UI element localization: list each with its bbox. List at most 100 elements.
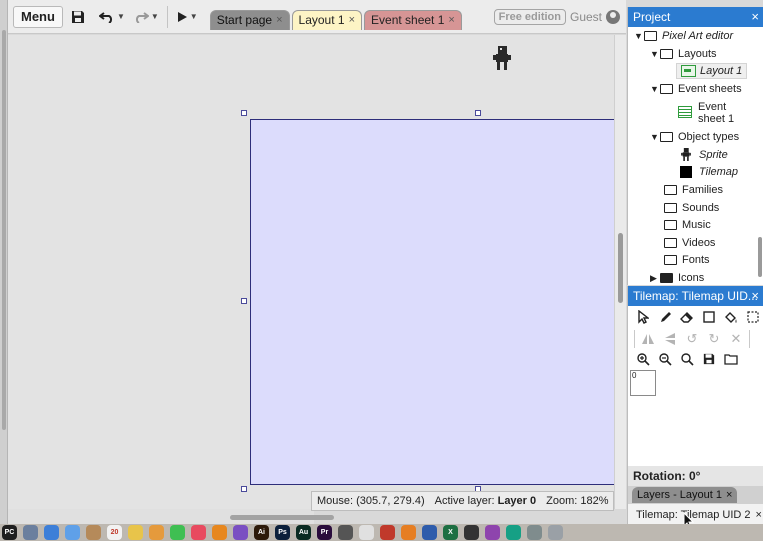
open-folder-icon[interactable] — [722, 350, 740, 368]
tree-event-sheet-1[interactable]: Event sheet 1 — [678, 101, 734, 125]
selection-tool-icon[interactable] — [744, 308, 762, 326]
tab-close-icon[interactable]: × — [349, 14, 355, 26]
user-label[interactable]: Guest — [570, 10, 602, 24]
dock-chrome-icon[interactable] — [359, 525, 374, 540]
left-scrollbar[interactable] — [2, 30, 6, 430]
dock-app-red-icon[interactable] — [380, 525, 395, 540]
dock-photoshop-icon[interactable]: Ps — [275, 525, 290, 540]
reset-transform-icon[interactable]: ✕ — [727, 330, 745, 348]
play-dropdown-icon[interactable]: ▼ — [190, 12, 198, 21]
tab-close-icon[interactable]: × — [448, 14, 454, 26]
dock-contacts-icon[interactable] — [86, 525, 101, 540]
dock-affinity-icon[interactable] — [233, 525, 248, 540]
tree-fonts-folder[interactable]: Fonts — [664, 254, 710, 266]
sprite-instance-icon[interactable] — [492, 46, 512, 70]
tab-close-icon[interactable]: × — [726, 489, 732, 501]
tree-object-types-folder[interactable]: ▼ Object types — [650, 131, 739, 143]
collapse-arrow-icon[interactable]: ▼ — [634, 31, 644, 41]
tree-event-sheets-folder[interactable]: ▼ Event sheets — [650, 83, 742, 95]
dock-music-icon[interactable] — [191, 525, 206, 540]
free-edition-badge[interactable]: Free edition — [493, 8, 566, 25]
zoom-reset-icon[interactable] — [678, 350, 696, 368]
dock-app-grey-icon[interactable] — [527, 525, 542, 540]
canvas-horizontal-scrollbar[interactable] — [8, 509, 334, 524]
tab-close-icon[interactable]: × — [276, 14, 282, 26]
dock-headphones-icon[interactable] — [338, 525, 353, 540]
tree-layouts-folder[interactable]: ▼ Layouts — [650, 48, 717, 60]
close-icon[interactable]: × — [751, 9, 759, 24]
dock-notes-icon[interactable] — [128, 525, 143, 540]
tree-tilemap[interactable]: Tilemap — [680, 166, 738, 178]
flip-horizontal-icon[interactable] — [639, 330, 657, 348]
tree-music-folder[interactable]: Music — [664, 219, 711, 231]
undo-icon[interactable]: ▼ — [98, 6, 125, 28]
tree-families-folder[interactable]: Families — [664, 184, 723, 196]
tile-swatch[interactable]: 0 — [630, 370, 656, 396]
tab-start-page[interactable]: Start page × — [209, 9, 290, 30]
close-icon[interactable]: × — [751, 288, 759, 303]
dock-app-orange-icon[interactable] — [401, 525, 416, 540]
dock-mail-icon[interactable] — [65, 525, 80, 540]
dock-photos-icon[interactable] — [149, 525, 164, 540]
resize-handle-top[interactable] — [475, 110, 481, 116]
tree-sprite[interactable]: Sprite — [680, 148, 728, 161]
redo-icon[interactable]: ▼ — [133, 6, 159, 28]
eraser-tool-icon[interactable] — [678, 308, 696, 326]
collapse-arrow-icon[interactable]: ▼ — [650, 49, 660, 59]
layout-canvas[interactable] — [8, 35, 614, 509]
rotation-property[interactable]: Rotation: 0° — [633, 469, 700, 483]
tab-event-sheet-1[interactable]: Event sheet 1 × — [364, 9, 462, 30]
dock-finder-icon[interactable] — [44, 525, 59, 540]
dock-pycharm-icon[interactable]: PC — [2, 525, 17, 540]
undo-dropdown-icon[interactable]: ▼ — [117, 12, 125, 21]
dock-trash-icon[interactable] — [548, 525, 563, 540]
fill-tool-icon[interactable] — [722, 308, 740, 326]
play-icon[interactable]: ▼ — [176, 6, 198, 28]
dock-launchpad-icon[interactable] — [23, 525, 38, 540]
dock-app-dark-icon[interactable] — [464, 525, 479, 540]
dock-app-purple-icon[interactable] — [485, 525, 500, 540]
tab-tilemap-uid-2[interactable]: Tilemap: Tilemap UID 2 × — [632, 506, 763, 523]
resize-handle-left[interactable] — [241, 298, 247, 304]
scroll-thumb[interactable] — [618, 233, 623, 303]
tree-icons-folder[interactable]: ▶ Icons — [650, 272, 704, 284]
zoom-in-icon[interactable] — [634, 350, 652, 368]
zoom-out-icon[interactable] — [656, 350, 674, 368]
tab-close-icon[interactable]: × — [756, 509, 762, 521]
collapse-arrow-icon[interactable]: ▼ — [650, 132, 660, 142]
resize-handle-top-left[interactable] — [241, 110, 247, 116]
expand-arrow-icon[interactable]: ▶ — [650, 273, 660, 284]
save-icon[interactable] — [71, 6, 85, 28]
tree-videos-folder[interactable]: Videos — [664, 237, 715, 249]
menu-button[interactable]: Menu — [13, 5, 63, 28]
pencil-tool-icon[interactable] — [656, 308, 674, 326]
tilemap-instance[interactable] — [250, 119, 614, 485]
pointer-tool-icon[interactable] — [634, 308, 652, 326]
rotate-ccw-icon[interactable]: ↺ — [683, 330, 701, 348]
save-icon[interactable] — [700, 350, 718, 368]
tree-sounds-folder[interactable]: Sounds — [664, 202, 719, 214]
canvas-vertical-scrollbar[interactable] — [614, 35, 626, 509]
tree-layout-1[interactable]: Layout 1 — [676, 63, 748, 79]
dock-excel-icon[interactable]: X — [443, 525, 458, 540]
scroll-thumb[interactable] — [230, 515, 334, 520]
dock-premiere-icon[interactable]: Pr — [317, 525, 332, 540]
collapse-arrow-icon[interactable]: ▼ — [650, 84, 660, 94]
tab-layers-layout-1[interactable]: Layers - Layout 1 × — [632, 487, 738, 503]
dock-audition-icon[interactable]: Au — [296, 525, 311, 540]
user-account-icon[interactable] — [606, 9, 620, 24]
resize-handle-bottom-left[interactable] — [241, 486, 247, 492]
dock-messages-icon[interactable] — [170, 525, 185, 540]
dock-illustrator-icon[interactable]: Ai — [254, 525, 269, 540]
rotate-cw-icon[interactable]: ↻ — [705, 330, 723, 348]
tab-layout-1[interactable]: Layout 1 × — [291, 9, 363, 30]
flip-vertical-icon[interactable] — [661, 330, 679, 348]
dock-app-teal-icon[interactable] — [506, 525, 521, 540]
rectangle-tool-icon[interactable] — [700, 308, 718, 326]
redo-dropdown-icon[interactable]: ▼ — [151, 12, 159, 21]
tree-root[interactable]: ▼ Pixel Art editor — [634, 30, 733, 42]
project-scrollbar[interactable] — [758, 237, 762, 277]
dock-vlc-icon[interactable] — [212, 525, 227, 540]
dock-app-blue-icon[interactable] — [422, 525, 437, 540]
dock-calendar-icon[interactable]: 20 — [107, 525, 122, 540]
